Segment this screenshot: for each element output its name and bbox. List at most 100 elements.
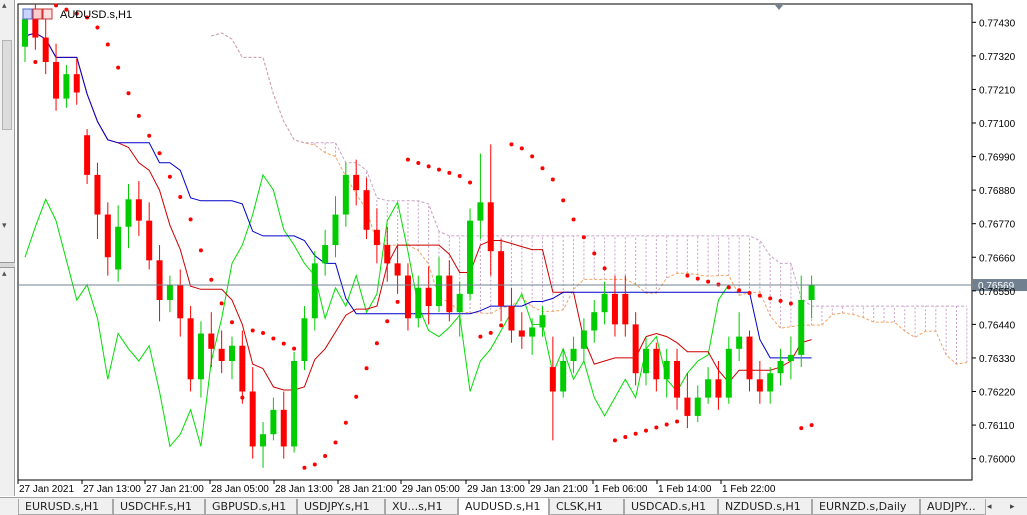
candle-body (632, 324, 639, 374)
candle-body (591, 312, 598, 331)
candle-body (146, 220, 153, 261)
psar-dot (706, 279, 711, 284)
tab-clsk-h1[interactable]: CLSK,H1 (549, 499, 624, 515)
tab-xu-s-h1[interactable]: XU...s,H1 (385, 499, 458, 515)
psar-dot (230, 320, 234, 325)
tab-scroll-left-icon[interactable]: ◂ (987, 500, 992, 514)
candle-body (477, 202, 484, 221)
psar-dot (509, 142, 514, 147)
y-tick-label: 0.76880 (979, 186, 1016, 197)
candle-body (135, 199, 142, 221)
candle-body (684, 397, 691, 416)
candle-body (239, 345, 246, 392)
candle-body (518, 330, 525, 337)
x-tick-label: 27 Jan 13:00 (83, 484, 141, 495)
psar-dot (198, 248, 203, 253)
candle-body (208, 333, 215, 349)
psar-dot (623, 435, 628, 440)
candle-body (456, 293, 463, 313)
y-tick-label: 0.77320 (979, 52, 1016, 63)
candle-body (301, 318, 308, 361)
psar-dot (354, 394, 359, 399)
psar-dot (654, 425, 659, 430)
left-scroll-strip[interactable]: ▴ ▾ ▴ (0, 0, 15, 496)
scroll-up-icon[interactable]: ▴ (2, 270, 7, 279)
psar-dot (530, 154, 535, 159)
candle (187, 306, 194, 392)
psar-dot (250, 328, 255, 333)
psar-dot (292, 346, 297, 351)
psar-dot (374, 341, 379, 346)
y-tick-label: 0.76550 (979, 287, 1016, 298)
tab-eurnzd-s-daily[interactable]: EURNZD.s,Daily (812, 499, 920, 515)
candle-body (73, 74, 80, 93)
tab-usdcad-s-h1[interactable]: USDCAD.s,H1 (624, 499, 718, 515)
candle-body (363, 190, 370, 230)
candle-body (384, 245, 391, 264)
psar-dot (209, 277, 214, 282)
y-tick-label: 0.76110 (979, 421, 1015, 432)
price-chart[interactable]: 0.76569 0.774300.773200.772100.771000.76… (15, 0, 1027, 497)
scroll-down-icon[interactable]: ▾ (2, 222, 7, 231)
psar-dot (757, 293, 762, 298)
psar-dot (675, 419, 680, 424)
candle-body (725, 348, 732, 398)
scroll-up-icon[interactable]: ▴ (2, 2, 7, 11)
psar-dot (726, 285, 731, 290)
psar-dot (385, 319, 390, 324)
tab-audjpy[interactable]: AUDJPY... (920, 499, 986, 515)
psar-dot (571, 217, 576, 222)
psar-dot (478, 334, 483, 339)
psar-dot (581, 235, 586, 240)
psar-dot (499, 323, 504, 328)
x-tick-label: 1 Feb 14:00 (658, 484, 712, 495)
tab-scroll-right-icon[interactable]: ▸ (1010, 500, 1015, 514)
x-tick-label: 28 Jan 05:00 (211, 484, 269, 495)
psar-dot (426, 164, 431, 169)
tab-nzdusd-s-h1[interactable]: NZDUSD.s,H1 (718, 499, 812, 515)
x-tick-label: 29 Jan 13:00 (467, 484, 525, 495)
psar-dot (737, 288, 742, 293)
tab-eurusd-s-h1[interactable]: EURUSD.s,H1 (18, 499, 113, 515)
psar-dot (33, 59, 38, 64)
candle-body (539, 315, 546, 328)
candle-body (53, 61, 60, 99)
pane-splitter[interactable] (0, 262, 15, 268)
y-tick-label: 0.76330 (979, 354, 1016, 365)
scroll-thumb[interactable] (2, 40, 12, 130)
psar-dot (281, 341, 286, 346)
psar-dot (116, 65, 121, 70)
psar-dot (343, 420, 348, 425)
psar-dot (540, 166, 545, 171)
candle-body (694, 397, 701, 416)
candle-body (63, 74, 70, 99)
y-tick-label: 0.76000 (979, 455, 1016, 466)
y-tick-label: 0.76440 (979, 320, 1016, 331)
psar-dot (488, 330, 493, 335)
candle-body (32, 19, 39, 38)
candle-body (342, 174, 349, 215)
candle-body (229, 345, 235, 361)
candle-body (125, 199, 132, 227)
candle-body (767, 373, 774, 392)
psar-dot (447, 170, 452, 175)
candle-body (787, 354, 794, 361)
candle-body (560, 361, 567, 392)
y-tick-label: 0.77430 (979, 18, 1016, 29)
tab-usdjpy-s-h1[interactable]: USDJPY.s,H1 (297, 499, 385, 515)
psar-dot (550, 177, 555, 182)
candle-body (674, 361, 681, 398)
psar-dot (178, 195, 183, 200)
chart-candles-icon (42, 8, 53, 20)
candle-body (115, 226, 122, 270)
x-tick-label: 27 Jan 21:00 (146, 484, 204, 495)
candle-body (22, 19, 28, 47)
tab-audusd-s-h1[interactable]: AUDUSD.s,H1 (458, 498, 549, 515)
tab-usdchf-s-h1[interactable]: USDCHF.s,H1 (113, 499, 205, 515)
tab-gbpusd-s-h1[interactable]: GBPUSD.s,H1 (205, 499, 297, 515)
candle-body (270, 409, 277, 435)
y-tick-label: 0.77100 (979, 119, 1016, 130)
psar-dot (147, 133, 152, 138)
candle (291, 351, 298, 453)
psar-dot (747, 290, 752, 295)
